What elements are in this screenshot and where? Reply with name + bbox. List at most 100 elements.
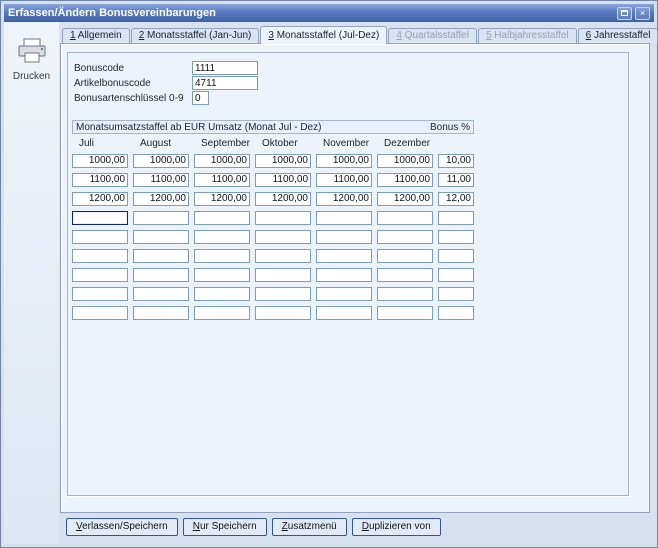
cell-input-november-row1[interactable] bbox=[316, 153, 372, 168]
cell bbox=[133, 226, 194, 244]
cell-input-oktober-row7[interactable] bbox=[255, 267, 311, 282]
cell-input-september-row6[interactable] bbox=[194, 248, 250, 263]
column-header-oktober: Oktober bbox=[262, 138, 298, 149]
cell-input-november-row7[interactable] bbox=[316, 267, 372, 282]
staffel-row bbox=[72, 226, 628, 244]
cell-input-oktober-row4[interactable] bbox=[255, 210, 311, 225]
cell-input-dezember-row1[interactable] bbox=[377, 153, 433, 168]
bonus-input-row4[interactable] bbox=[438, 210, 474, 225]
bonusartenschluessel-input[interactable] bbox=[192, 91, 209, 105]
bonus-input-row9[interactable] bbox=[438, 305, 474, 320]
cell-input-oktober-row5[interactable] bbox=[255, 229, 311, 244]
cell-input-dezember-row5[interactable] bbox=[377, 229, 433, 244]
cell-input-juli-row6[interactable] bbox=[72, 248, 128, 263]
cell-input-august-row6[interactable] bbox=[133, 248, 189, 263]
cell bbox=[255, 302, 316, 320]
cell bbox=[194, 283, 255, 301]
cell-input-oktober-row1[interactable] bbox=[255, 153, 311, 168]
cell-input-september-row8[interactable] bbox=[194, 286, 250, 301]
verlassen-speichern-button[interactable]: Verlassen/Speichern bbox=[66, 518, 178, 536]
cell-input-oktober-row6[interactable] bbox=[255, 248, 311, 263]
cell bbox=[377, 188, 438, 206]
cell bbox=[133, 264, 194, 282]
cell bbox=[377, 207, 438, 225]
cell-input-august-row9[interactable] bbox=[133, 305, 189, 320]
cell bbox=[255, 245, 316, 263]
column-header-august: August bbox=[140, 138, 172, 149]
cell-input-november-row2[interactable] bbox=[316, 172, 372, 187]
client-area: Drucken 1 Allgemein 2 Monatsstaffel (Jan-… bbox=[4, 22, 658, 544]
bonus-input-row2[interactable] bbox=[438, 172, 474, 187]
cell-input-juli-row1[interactable] bbox=[72, 153, 128, 168]
tab-bar: 1 Allgemein 2 Monatsstaffel (Jan-Jun) 3 Mo… bbox=[60, 25, 658, 44]
cell-input-juli-row3[interactable] bbox=[72, 191, 128, 206]
zusatzmenü-button[interactable]: Zusatzmenü bbox=[271, 518, 347, 536]
bonus-input-row1[interactable] bbox=[438, 153, 474, 168]
cell bbox=[72, 150, 133, 168]
bonus-input-row7[interactable] bbox=[438, 267, 474, 282]
duplizieren-von-button[interactable]: Duplizieren von bbox=[351, 518, 441, 536]
tab-allgemein[interactable]: 1 Allgemein bbox=[62, 28, 130, 43]
title-bar: Erfassen/Ändern Bonusvereinbarungen × bbox=[4, 4, 654, 22]
cell-input-august-row4[interactable] bbox=[133, 210, 189, 225]
cell-input-november-row8[interactable] bbox=[316, 286, 372, 301]
cell-input-juli-row4[interactable] bbox=[72, 210, 128, 225]
cell-input-oktober-row3[interactable] bbox=[255, 191, 311, 206]
cell-input-juli-row8[interactable] bbox=[72, 286, 128, 301]
bonuscode-input[interactable] bbox=[192, 61, 258, 75]
cell-input-august-row1[interactable] bbox=[133, 153, 189, 168]
cell bbox=[377, 302, 438, 320]
sidebar: Drucken bbox=[4, 22, 59, 544]
cell-input-august-row2[interactable] bbox=[133, 172, 189, 187]
artikelbonuscode-label: Artikelbonuscode bbox=[74, 77, 151, 89]
cell-input-dezember-row4[interactable] bbox=[377, 210, 433, 225]
staffel-title: Monatsumsatzstaffel ab EUR Umsatz (Monat… bbox=[76, 121, 322, 133]
restore-button[interactable] bbox=[617, 6, 632, 20]
cell-input-juli-row5[interactable] bbox=[72, 229, 128, 244]
tab-label: Monatsstaffel (Jul-Dez) bbox=[273, 30, 380, 41]
cell-input-november-row6[interactable] bbox=[316, 248, 372, 263]
tab-monatsstaffel-jan-jun[interactable]: 2 Monatsstaffel (Jan-Jun) bbox=[130, 28, 260, 43]
bonus-input-row3[interactable] bbox=[438, 191, 474, 206]
cell-input-november-row5[interactable] bbox=[316, 229, 372, 244]
tab-monatsstaffel-jul-dez[interactable]: 3 Monatsstaffel (Jul-Dez) bbox=[260, 26, 388, 44]
cell-input-september-row5[interactable] bbox=[194, 229, 250, 244]
cell-input-september-row1[interactable] bbox=[194, 153, 250, 168]
cell-input-oktober-row9[interactable] bbox=[255, 305, 311, 320]
cell-input-juli-row9[interactable] bbox=[72, 305, 128, 320]
cell-input-august-row5[interactable] bbox=[133, 229, 189, 244]
bonus-input-row8[interactable] bbox=[438, 286, 474, 301]
cell-input-dezember-row6[interactable] bbox=[377, 248, 433, 263]
cell-input-dezember-row8[interactable] bbox=[377, 286, 433, 301]
print-button[interactable]: Drucken bbox=[4, 38, 59, 82]
cell-input-november-row4[interactable] bbox=[316, 210, 372, 225]
cell-input-september-row2[interactable] bbox=[194, 172, 250, 187]
cell-input-september-row9[interactable] bbox=[194, 305, 250, 320]
tab-jahresstaffel[interactable]: 6 Jahresstaffel bbox=[577, 28, 658, 43]
cell-input-november-row3[interactable] bbox=[316, 191, 372, 206]
cell-input-juli-row7[interactable] bbox=[72, 267, 128, 282]
cell-input-august-row7[interactable] bbox=[133, 267, 189, 282]
bonus-input-row5[interactable] bbox=[438, 229, 474, 244]
cell-input-dezember-row2[interactable] bbox=[377, 172, 433, 187]
cell-input-oktober-row8[interactable] bbox=[255, 286, 311, 301]
tab-label: Jahresstaffel bbox=[591, 30, 651, 41]
bonus-input-row6[interactable] bbox=[438, 248, 474, 263]
cell bbox=[72, 283, 133, 301]
cell-input-dezember-row7[interactable] bbox=[377, 267, 433, 282]
cell-input-dezember-row9[interactable] bbox=[377, 305, 433, 320]
cell-input-september-row7[interactable] bbox=[194, 267, 250, 282]
cell-input-august-row8[interactable] bbox=[133, 286, 189, 301]
nur-speichern-button[interactable]: Nur Speichern bbox=[182, 518, 267, 536]
cell-input-august-row3[interactable] bbox=[133, 191, 189, 206]
close-button[interactable]: × bbox=[635, 6, 650, 20]
cell-input-september-row3[interactable] bbox=[194, 191, 250, 206]
cell bbox=[255, 264, 316, 282]
cell-input-november-row9[interactable] bbox=[316, 305, 372, 320]
cell-input-september-row4[interactable] bbox=[194, 210, 250, 225]
cell-input-dezember-row3[interactable] bbox=[377, 191, 433, 206]
artikelbonuscode-input[interactable] bbox=[192, 76, 258, 90]
cell-input-oktober-row2[interactable] bbox=[255, 172, 311, 187]
bonuscode-row: Bonuscode bbox=[72, 61, 628, 75]
cell-input-juli-row2[interactable] bbox=[72, 172, 128, 187]
